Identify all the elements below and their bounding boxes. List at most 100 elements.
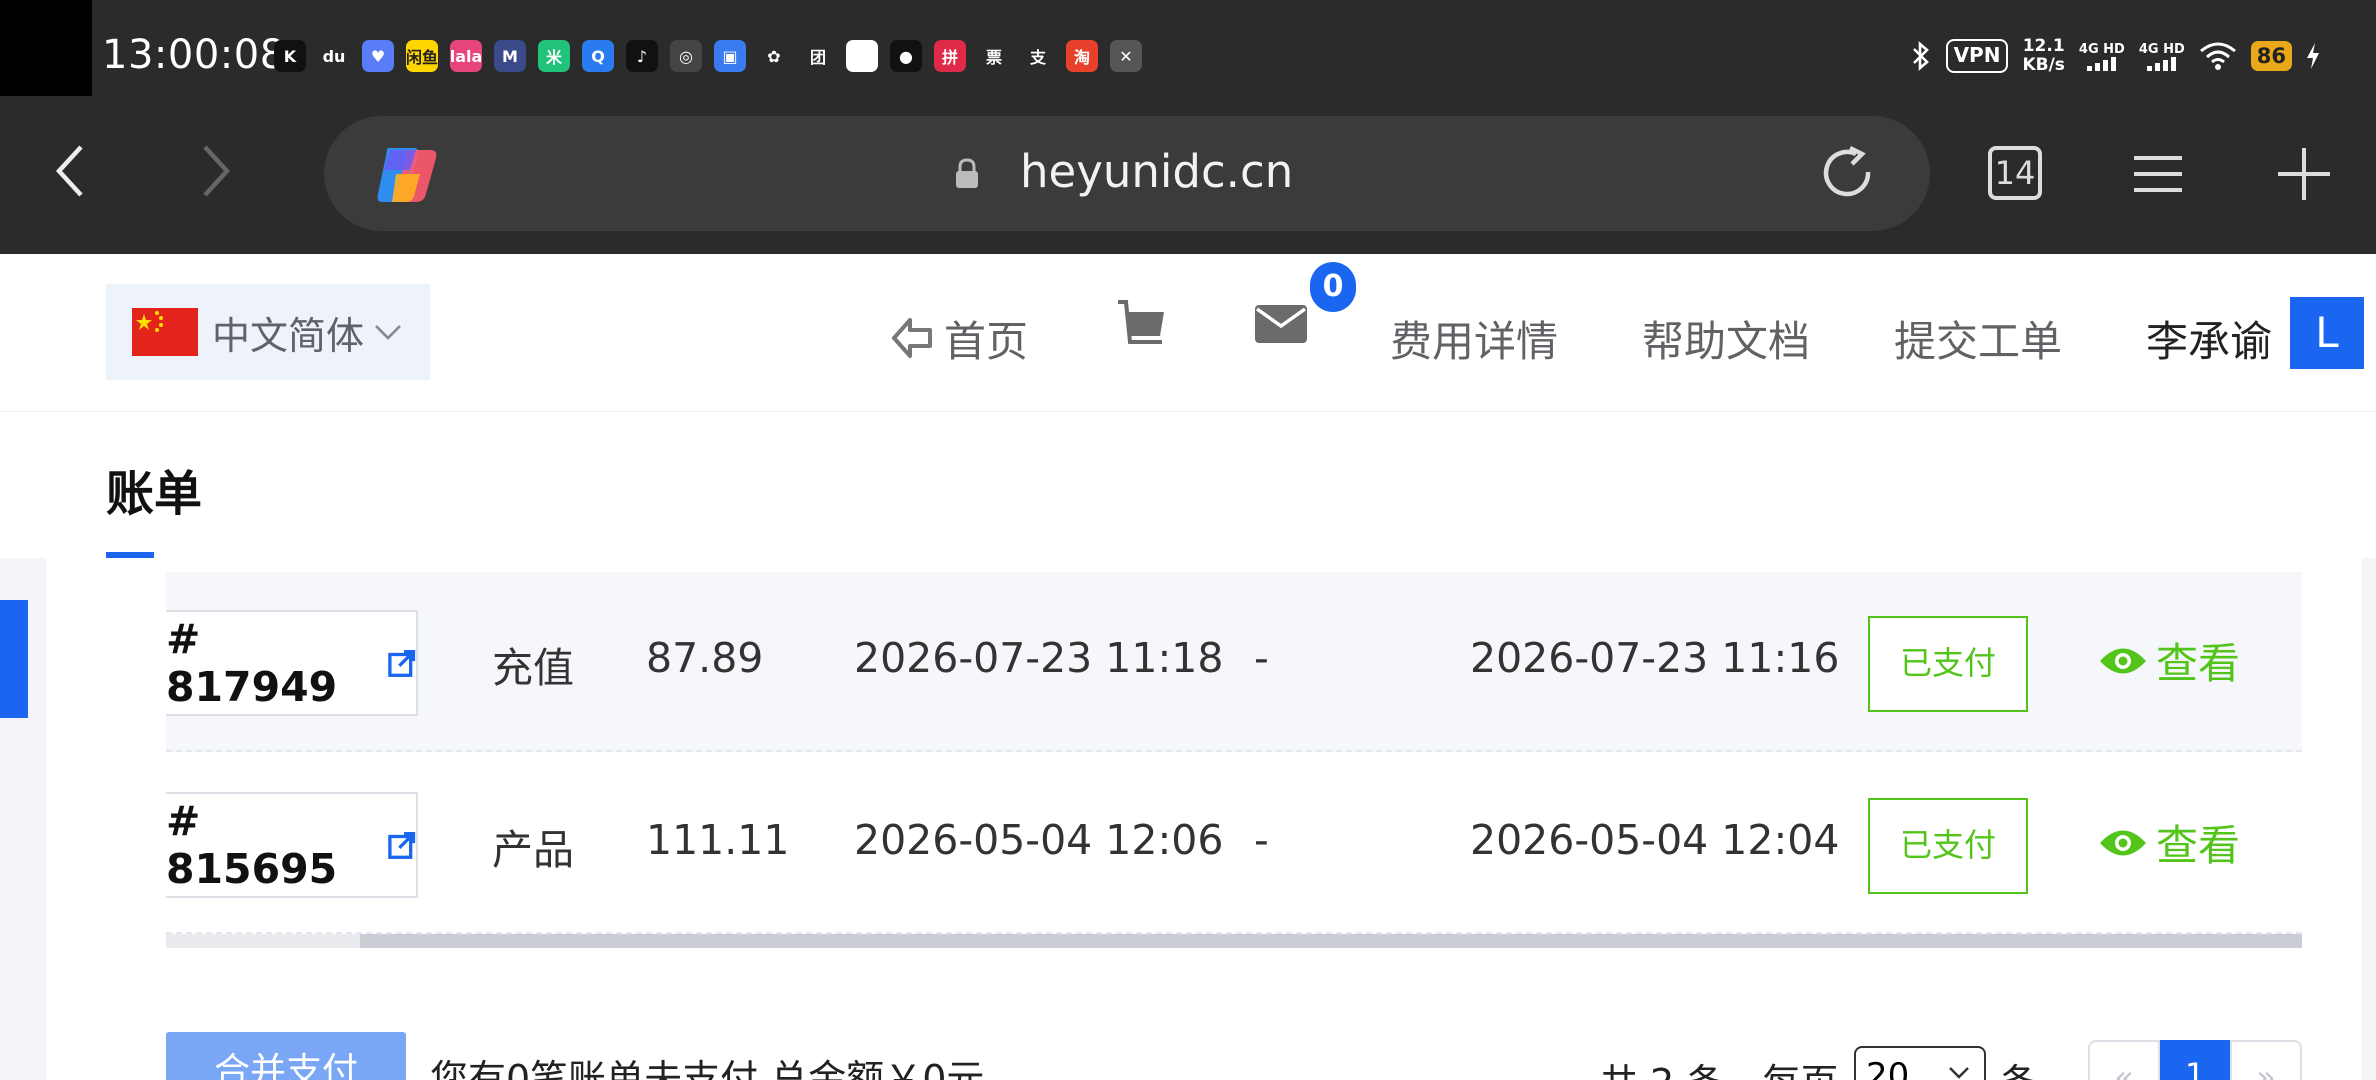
nav-cart[interactable] [1116, 298, 1168, 352]
forward-button[interactable] [186, 136, 246, 206]
notification-app-icon: du [318, 40, 350, 72]
external-link-icon[interactable] [387, 648, 416, 678]
nav-ticket[interactable]: 提交工单 [1894, 308, 2062, 369]
external-link-icon[interactable] [387, 830, 416, 860]
notification-app-icon: ◎ [670, 40, 702, 72]
view-button[interactable]: 查看 [2098, 812, 2240, 873]
current-page-button[interactable]: 1 [2160, 1040, 2230, 1080]
menu-button[interactable] [2130, 146, 2186, 202]
charging-icon [2307, 43, 2319, 69]
notification-app-icon: K [274, 40, 306, 72]
notification-app-icon: Q [582, 40, 614, 72]
back-button[interactable] [40, 136, 100, 206]
status-bar: 13:00:08 Kdu ♥ 闲鱼 lala M 米 Q ♪ ◎ ▣ ✿ 团 ● 拼票支淘 ✕ VPN 12… [0, 0, 2376, 116]
page-size-unit: 条 [2000, 1052, 2038, 1080]
clock: 13:00:08 [102, 32, 286, 78]
language-label: 中文简体 [212, 313, 365, 358]
bill-date-created: 2026-05-04 12:06 [854, 816, 1224, 864]
bill-id: # 817949 [166, 615, 338, 711]
sim1-signal: 4G HD [2079, 42, 2125, 71]
address-bar[interactable]: heyunidc.cn [324, 116, 1930, 231]
copilot-icon [377, 148, 437, 202]
username[interactable]: 李承谕 [2146, 308, 2272, 369]
view-button[interactable]: 查看 [2098, 630, 2240, 691]
notification-app-icon: ♪ [626, 40, 658, 72]
notification-app-icon: 闲鱼 [406, 40, 438, 72]
sim2-label: 4G HD [2138, 41, 2185, 57]
envelope-icon [1255, 305, 1307, 343]
bill-id-cell[interactable]: # 817949 [166, 610, 418, 716]
notification-app-icon: 淘 [1066, 40, 1098, 72]
sim2-signal: 4G HD [2139, 42, 2185, 71]
signal-bars-icon [2087, 56, 2117, 71]
notification-app-icon: 团 [802, 40, 834, 72]
nav-messages[interactable] [1254, 304, 1308, 344]
camera-cutout [0, 0, 92, 96]
hamburger-icon [2134, 156, 2182, 192]
next-page-button[interactable]: » [2230, 1040, 2302, 1080]
chevron-down-icon [1949, 1067, 1969, 1079]
merge-pay-button[interactable]: 合并支付 [166, 1032, 406, 1080]
notification-app-icon: lala [450, 40, 482, 72]
bill-amount: 87.89 [646, 634, 764, 682]
nav-home[interactable]: 首页 [890, 308, 1028, 369]
new-tab-button[interactable] [2274, 144, 2334, 204]
page-size-value: 20 [1866, 1056, 1910, 1080]
wifi-icon [2199, 42, 2236, 70]
view-label: 查看 [2156, 821, 2241, 870]
avatar[interactable]: L [2290, 297, 2364, 369]
net-speed: 12.1 KB/s [2022, 37, 2064, 75]
notification-app-icon: ♥ [362, 40, 394, 72]
tab-switcher-button[interactable]: 14 [1988, 146, 2042, 200]
system-indicators: VPN 12.1 KB/s 4G HD 4G HD 86 [1910, 34, 2320, 78]
prev-page-button[interactable]: « [2088, 1040, 2160, 1080]
notification-app-icon: 米 [538, 40, 570, 72]
net-speed-value: 12.1 [2022, 36, 2065, 56]
browser-toolbar: heyunidc.cn 14 [0, 116, 2376, 254]
total-count: 共 2 条，每页 [1600, 1052, 1838, 1080]
bill-dash: - [1254, 634, 1269, 682]
scrollbar-thumb[interactable] [360, 934, 2302, 948]
vpn-indicator: VPN [1945, 39, 2009, 73]
eye-icon [2100, 648, 2146, 673]
horizontal-scrollbar[interactable] [166, 934, 2302, 948]
net-speed-unit: KB/s [2022, 55, 2065, 75]
notification-app-icon: ▣ [714, 40, 746, 72]
bill-date-created: 2026-07-23 11:18 [854, 634, 1224, 682]
plus-icon [2278, 148, 2330, 200]
bill-amount: 111.11 [646, 816, 790, 864]
chevron-right-icon [203, 145, 231, 197]
side-drawer-handle[interactable] [0, 600, 28, 718]
message-count-badge: 0 [1310, 262, 1356, 312]
table-row: # 815695 产品 111.11 2026-05-04 12:06 - 20… [166, 754, 2302, 934]
bill-type: 产品 [492, 826, 574, 874]
reload-icon[interactable] [1818, 144, 1878, 204]
battery-level: 86 [2250, 41, 2292, 71]
bill-date-paid: 2026-05-04 12:04 [1470, 816, 1840, 864]
bill-dash: - [1254, 816, 1269, 864]
language-selector[interactable]: 中文简体 [106, 284, 430, 380]
chevron-down-icon [375, 325, 401, 340]
url-text: heyunidc.cn [1020, 145, 1294, 198]
nav-billing[interactable]: 费用详情 [1390, 308, 1558, 369]
bill-type: 充值 [492, 644, 574, 692]
notification-app-icon: ● [890, 40, 922, 72]
page-title-bar: 账单 [0, 412, 2376, 558]
notification-app-icon: 票 [978, 40, 1010, 72]
bill-id-cell[interactable]: # 815695 [166, 792, 418, 898]
lock-icon [956, 158, 978, 188]
shopping-cart-icon [1118, 300, 1164, 344]
signal-bars-icon [2147, 56, 2177, 71]
notification-app-icon [846, 40, 878, 72]
nav-docs[interactable]: 帮助文档 [1642, 308, 1810, 369]
sim1-label: 4G HD [2078, 41, 2125, 57]
notification-app-icon: ✿ [758, 40, 790, 72]
status-badge: 已支付 [1868, 616, 2028, 712]
notification-app-icon: M [494, 40, 526, 72]
nav-home-label: 首页 [944, 317, 1029, 366]
bill-date-paid: 2026-07-23 11:16 [1470, 634, 1840, 682]
view-label: 查看 [2156, 639, 2241, 688]
notification-app-icon: 拼 [934, 40, 966, 72]
bill-id: # 815695 [166, 797, 338, 893]
page-size-select[interactable]: 20 [1854, 1046, 1986, 1080]
